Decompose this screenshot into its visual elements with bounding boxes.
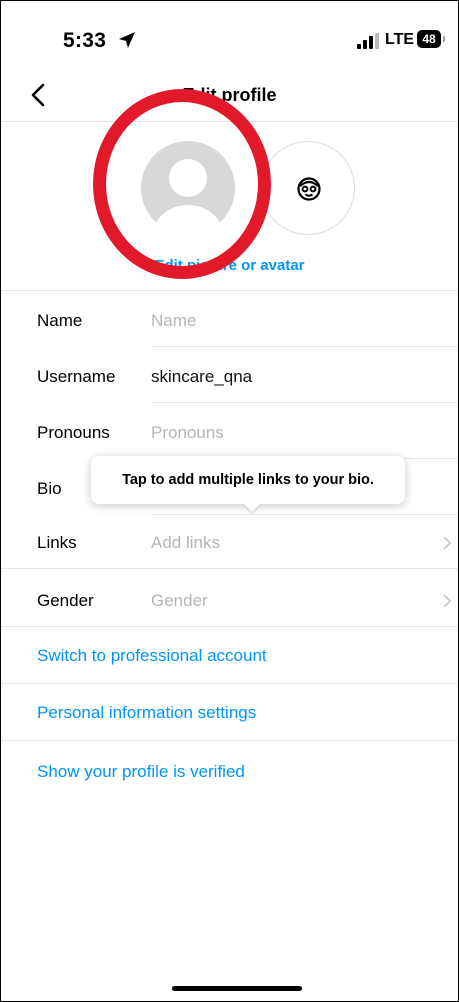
location-arrow-icon xyxy=(119,32,135,48)
pronouns-field-row[interactable]: Pronouns Pronouns xyxy=(1,403,458,459)
signal-icon xyxy=(357,33,379,49)
avatar-face-icon xyxy=(297,177,321,201)
username-input[interactable]: skincare_qna xyxy=(151,367,252,387)
name-field-row[interactable]: Name Name xyxy=(1,291,458,347)
battery-level: 48 xyxy=(422,32,436,46)
name-label: Name xyxy=(37,311,83,330)
pronouns-label: Pronouns xyxy=(37,423,110,442)
links-field-row[interactable]: Links Add links xyxy=(1,513,458,569)
show-verified-link[interactable]: Show your profile is verified xyxy=(37,762,245,782)
bio-label: Bio xyxy=(37,479,62,498)
personal-info-settings-link[interactable]: Personal information settings xyxy=(37,703,256,723)
field-divider xyxy=(1,568,458,569)
tooltip-pointer xyxy=(243,503,261,512)
status-time: 5:33 xyxy=(63,29,107,52)
tooltip-text: Tap to add multiple links to your bio. xyxy=(122,472,374,488)
nav-header: Edit profile xyxy=(1,71,458,122)
home-indicator[interactable] xyxy=(172,986,302,991)
edit-picture-link[interactable]: Edit picture or avatar xyxy=(1,257,458,274)
chevron-right-icon xyxy=(443,536,452,550)
name-input[interactable]: Name xyxy=(151,311,196,331)
links-label: Links xyxy=(37,533,77,552)
chevron-right-icon xyxy=(443,594,452,608)
username-label: Username xyxy=(37,367,116,386)
pronouns-input[interactable]: Pronouns xyxy=(151,423,224,443)
network-type: LTE xyxy=(385,31,415,48)
screen: 5:33 LTE 48 Edit profile Edit picture or… xyxy=(0,0,459,1002)
gender-label: Gender xyxy=(37,591,94,610)
gender-field-row[interactable]: Gender Gender xyxy=(1,571,458,627)
links-tooltip[interactable]: Tap to add multiple links to your bio. xyxy=(91,456,405,512)
links-input[interactable]: Add links xyxy=(151,533,220,553)
battery-icon: 48 xyxy=(417,30,445,48)
profile-picture[interactable] xyxy=(141,141,235,235)
page-title: Edit profile xyxy=(182,85,277,105)
divider xyxy=(1,740,458,741)
avatar-button[interactable] xyxy=(261,141,355,235)
divider xyxy=(1,626,458,627)
divider xyxy=(1,683,458,684)
avatar-shoulders-shape xyxy=(153,205,223,235)
switch-professional-link[interactable]: Switch to professional account xyxy=(37,646,267,666)
avatar-head-shape xyxy=(169,159,207,197)
status-bar: 5:33 LTE 48 xyxy=(1,1,458,71)
username-field-row[interactable]: Username skincare_qna xyxy=(1,347,458,403)
gender-input[interactable]: Gender xyxy=(151,591,208,611)
